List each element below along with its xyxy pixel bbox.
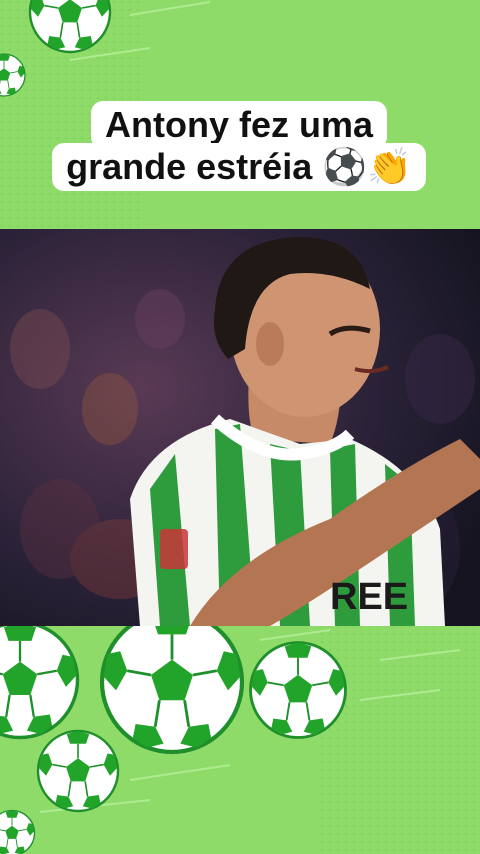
- caption-line-1: Antony fez uma: [90, 101, 387, 149]
- player-photo: REE: [0, 229, 480, 626]
- caption: Antony fez uma grande estréia ⚽👏: [40, 101, 438, 191]
- football-icon: [249, 641, 347, 739]
- football-icon: [102, 612, 242, 752]
- player-illustration: REE: [0, 229, 480, 626]
- football-icon: [36, 729, 120, 813]
- caption-line-2: grande estréia ⚽👏: [52, 143, 426, 191]
- jersey-sponsor-text: REE: [330, 576, 408, 618]
